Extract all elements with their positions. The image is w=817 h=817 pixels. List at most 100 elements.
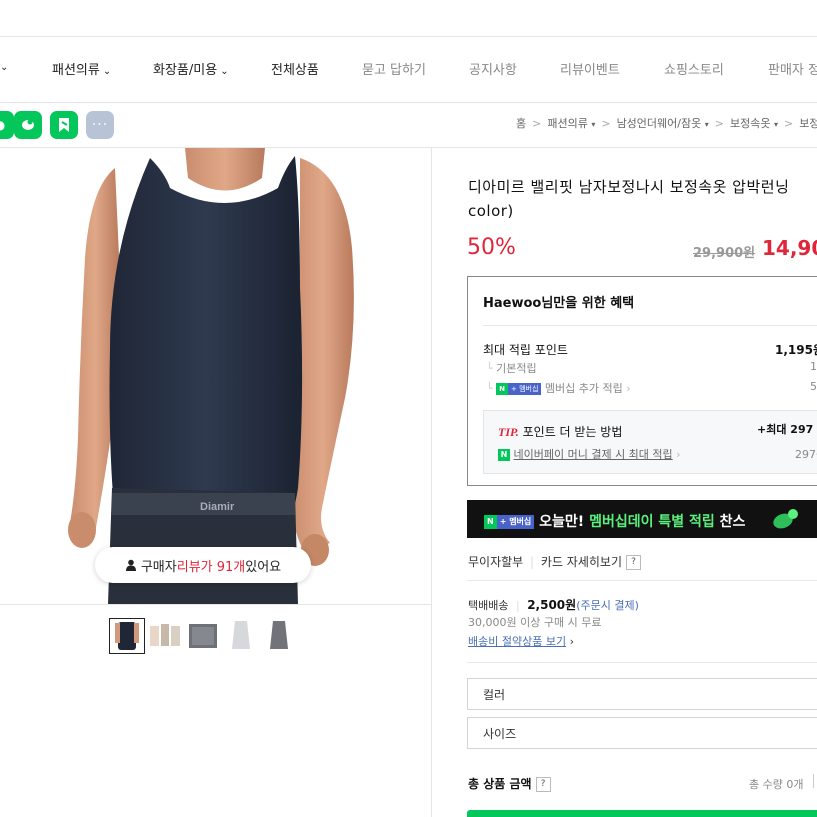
breadcrumb-item[interactable]: 보정 (799, 117, 817, 130)
chat-bubble-icon (22, 119, 34, 130)
thumbnail-5[interactable] (262, 618, 296, 652)
review-count-badge[interactable]: 구매자 리뷰가 91개 있어요 (95, 547, 311, 583)
breadcrumb-separator-icon: > (714, 117, 724, 130)
size-select[interactable]: 사이즈 (467, 717, 817, 749)
caret-down-icon: ▾ (773, 120, 778, 129)
npay-value: 297원 (795, 448, 817, 461)
chevron-right-icon: › (569, 635, 574, 648)
product-main-image[interactable]: Diamir (0, 148, 431, 604)
benefit-divider (483, 325, 817, 326)
total-label: 총 상품 금액 (468, 777, 532, 791)
total-row: 총 상품 금액? (468, 775, 551, 792)
tip-box (483, 410, 817, 474)
help-icon[interactable]: ? (535, 777, 551, 792)
tree-branch-icon: └ (486, 362, 493, 375)
breadcrumb-separator-icon: > (601, 117, 611, 130)
shipping-row: 택배배송 | 2,500원(주문시 결제) (468, 596, 639, 613)
breadcrumb-item[interactable]: 보정속옷 (730, 117, 770, 130)
bookmark-icon (59, 118, 69, 132)
banner-text-green: 멤버십데이 특별 적립 (589, 514, 715, 530)
nav-item-shopping-story[interactable]: 쇼핑스토리 (664, 59, 724, 78)
membership-badge-icon: N + 멤버십 (484, 515, 535, 529)
nav-item-all-products[interactable]: 전체상품 (271, 59, 319, 78)
header-divider (0, 36, 817, 37)
share-icon: ● (0, 118, 5, 132)
npay-row[interactable]: N 네이버페이 머니 결제 시 최대 적립 › (498, 446, 681, 462)
product-title-line1: 디아미르 밸리핏 남자보정나시 보정속옷 압박런닝 (468, 178, 790, 196)
max-points-value: 1,195원 (775, 343, 817, 357)
payment-divider (467, 580, 817, 581)
caret-down-icon: ▾ (704, 120, 709, 129)
nav-item-fashion[interactable]: 패션의류 ⌄ (52, 59, 111, 78)
shipping-fee: 2,500원 (527, 598, 577, 612)
nav-prev-chevron[interactable]: ⌄ (0, 59, 8, 74)
shipping-saving-link-row[interactable]: 배송비 절약상품 보기 › (468, 633, 574, 649)
review-suffix: 있어요 (245, 559, 282, 575)
nav-item-notice[interactable]: 공지사항 (469, 59, 517, 78)
membership-points-value: 5 (810, 380, 817, 393)
column-divider (431, 148, 432, 817)
membership-day-banner[interactable]: N + 멤버십 오늘만! 멤버십데이 특별 적립 찬스 (467, 500, 817, 538)
nav-item-label: 판매자 정 (768, 63, 817, 78)
waistband-text: Diamir (200, 501, 235, 513)
basic-points-row: └ 기본적립 (486, 360, 537, 376)
banner-text-end: 찬스 (714, 514, 746, 530)
share-button-more[interactable]: ··· (86, 111, 114, 139)
thumbnail-2[interactable] (148, 618, 182, 652)
product-photo-illustration: Diamir (68, 148, 354, 604)
color-select[interactable]: 컬러 (467, 678, 817, 710)
thumbnail-4[interactable] (224, 618, 258, 652)
chevron-right-icon: › (676, 448, 681, 461)
breadcrumb-separator-icon: > (783, 117, 794, 130)
separator: | (530, 555, 535, 569)
basic-points-label: 기본적립 (496, 362, 537, 375)
share-button-bookmark[interactable] (50, 111, 78, 139)
breadcrumb-separator-icon: > (532, 117, 542, 130)
coin-icon (773, 509, 798, 529)
discount-rate: 50% (467, 235, 516, 260)
nav-item-review-event[interactable]: 리뷰이벤트 (560, 59, 620, 78)
card-info-link[interactable]: 카드 자세히보기 (541, 555, 622, 569)
total-quantity: 총 수량 0개 (749, 778, 804, 791)
nav-item-label: 공지사항 (469, 63, 517, 78)
breadcrumb: 홈 > 패션의류 ▾ > 남성언더웨어/잠옷 ▾ > 보정속옷 ▾ > 보정 (516, 115, 817, 131)
shipping-saving-link[interactable]: 배송비 절약상품 보기 (468, 635, 566, 648)
max-points-label: 최대 적립 포인트 (483, 343, 568, 357)
review-highlight: 리뷰가 91개 (176, 559, 246, 575)
share-button-talk[interactable] (14, 111, 42, 139)
nav-item-qna[interactable]: 묻고 답하기 (362, 59, 426, 78)
npay-label: 네이버페이 머니 결제 시 최대 적립 (513, 448, 673, 461)
share-button-1[interactable]: ● (0, 111, 14, 139)
chevron-down-icon: ⌄ (220, 66, 229, 77)
nav-item-beauty[interactable]: 화장품/미용 ⌄ (153, 59, 229, 78)
nav-item-label: 패션의류 (52, 63, 100, 78)
thumbnail-3[interactable] (186, 618, 220, 652)
chevron-right-icon: › (626, 382, 631, 395)
banner-content: N + 멤버십 오늘만! 멤버십데이 특별 적립 찬스 (484, 511, 745, 531)
basic-points-value: 1 (810, 360, 817, 373)
npay-icon: N (498, 449, 510, 461)
image-divider (0, 604, 431, 605)
review-prefix: 구매자 (140, 559, 177, 575)
person-icon (125, 559, 136, 571)
thumbnail-1[interactable] (109, 618, 145, 654)
nav-item-label: 리뷰이벤트 (560, 63, 620, 78)
shipping-divider (467, 662, 817, 663)
nav-item-seller-info[interactable]: 판매자 정 (768, 59, 817, 78)
help-icon[interactable]: ? (626, 555, 642, 570)
tip-row: TIP. 포인트 더 받는 방법 (498, 423, 622, 440)
sale-price: 14,90 (762, 236, 817, 260)
buy-button[interactable] (467, 810, 817, 817)
separator: | (515, 599, 520, 612)
nav-item-label: 쇼핑스토리 (664, 63, 724, 78)
shipping-fee-note: (주문시 결제) (576, 599, 639, 612)
breadcrumb-home[interactable]: 홈 (516, 117, 526, 130)
breadcrumb-item[interactable]: 패션의류 (547, 117, 587, 130)
membership-points-row[interactable]: └ N + 멤버십 멤버십 추가 적립 › (486, 380, 631, 396)
free-shipping-condition: 30,000원 이상 구매 시 무료 (468, 616, 602, 629)
membership-badge-icon: N + 멤버십 (496, 383, 542, 395)
payment-row: 무이자할부 | 카드 자세히보기? (468, 553, 642, 570)
breadcrumb-item[interactable]: 남성언더웨어/잠옷 (617, 117, 702, 130)
caret-down-icon: ▾ (591, 120, 596, 129)
product-title-line2: color) (468, 202, 514, 220)
